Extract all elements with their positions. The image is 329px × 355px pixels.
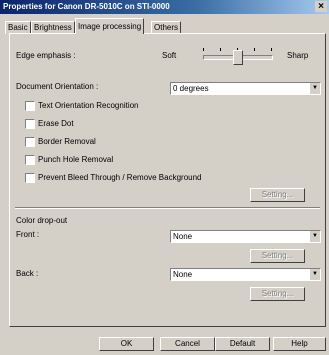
section-divider [15, 207, 320, 209]
title-bar: Properties for Canon DR-5010C on STI-000… [0, 0, 329, 14]
default-button[interactable]: Default [215, 337, 270, 351]
document-orientation-label: Document Orientation : [16, 82, 99, 91]
dropdown-arrow-icon: ▼ [309, 231, 320, 242]
text-orientation-checkbox[interactable] [25, 101, 35, 111]
front-setting-button[interactable]: Setting... [250, 249, 305, 263]
back-setting-button[interactable]: Setting... [250, 287, 305, 301]
document-orientation-select[interactable]: 0 degrees ▼ [170, 82, 321, 95]
document-orientation-value: 0 degrees [173, 84, 209, 93]
front-dropout-select[interactable]: None ▼ [170, 230, 321, 243]
dropdown-arrow-icon: ▼ [309, 83, 320, 94]
cancel-button[interactable]: Cancel [160, 337, 215, 351]
border-removal-checkbox[interactable] [25, 137, 35, 147]
color-dropout-heading: Color drop-out [16, 216, 68, 225]
help-button[interactable]: Help [273, 337, 326, 351]
front-label: Front : [16, 230, 40, 239]
punch-hole-removal-checkbox[interactable] [25, 155, 35, 165]
erase-dot-checkbox[interactable] [25, 119, 35, 129]
bleed-through-setting-button[interactable]: Setting... [250, 188, 305, 202]
slider-tick [203, 48, 204, 51]
prevent-bleed-through-checkbox[interactable] [25, 173, 35, 183]
punch-hole-removal-label: Punch Hole Removal [38, 155, 114, 164]
close-icon[interactable]: × [315, 1, 327, 12]
back-dropout-select[interactable]: None ▼ [170, 268, 321, 281]
soft-label: Soft [162, 51, 177, 60]
erase-dot-label: Erase Dot [38, 119, 74, 128]
back-dropout-value: None [173, 270, 193, 279]
prevent-bleed-through-label: Prevent Bleed Through / Remove Backgroun… [38, 173, 202, 182]
front-dropout-value: None [173, 232, 193, 241]
slider-thumb[interactable] [233, 50, 243, 65]
edge-emphasis-label: Edge emphasis : [16, 51, 76, 60]
dropdown-arrow-icon: ▼ [309, 269, 320, 280]
ok-button[interactable]: OK [99, 337, 154, 351]
border-removal-label: Border Removal [38, 137, 96, 146]
window-title: Properties for Canon DR-5010C on STI-000… [3, 2, 170, 11]
slider-tick [254, 48, 255, 51]
back-label: Back : [16, 269, 39, 278]
sharp-label: Sharp [287, 51, 309, 60]
slider-tick [220, 48, 221, 51]
tab-image-processing[interactable]: Image processing [75, 18, 145, 34]
text-orientation-label: Text Orientation Recognition [38, 101, 139, 110]
slider-tick [271, 48, 272, 51]
